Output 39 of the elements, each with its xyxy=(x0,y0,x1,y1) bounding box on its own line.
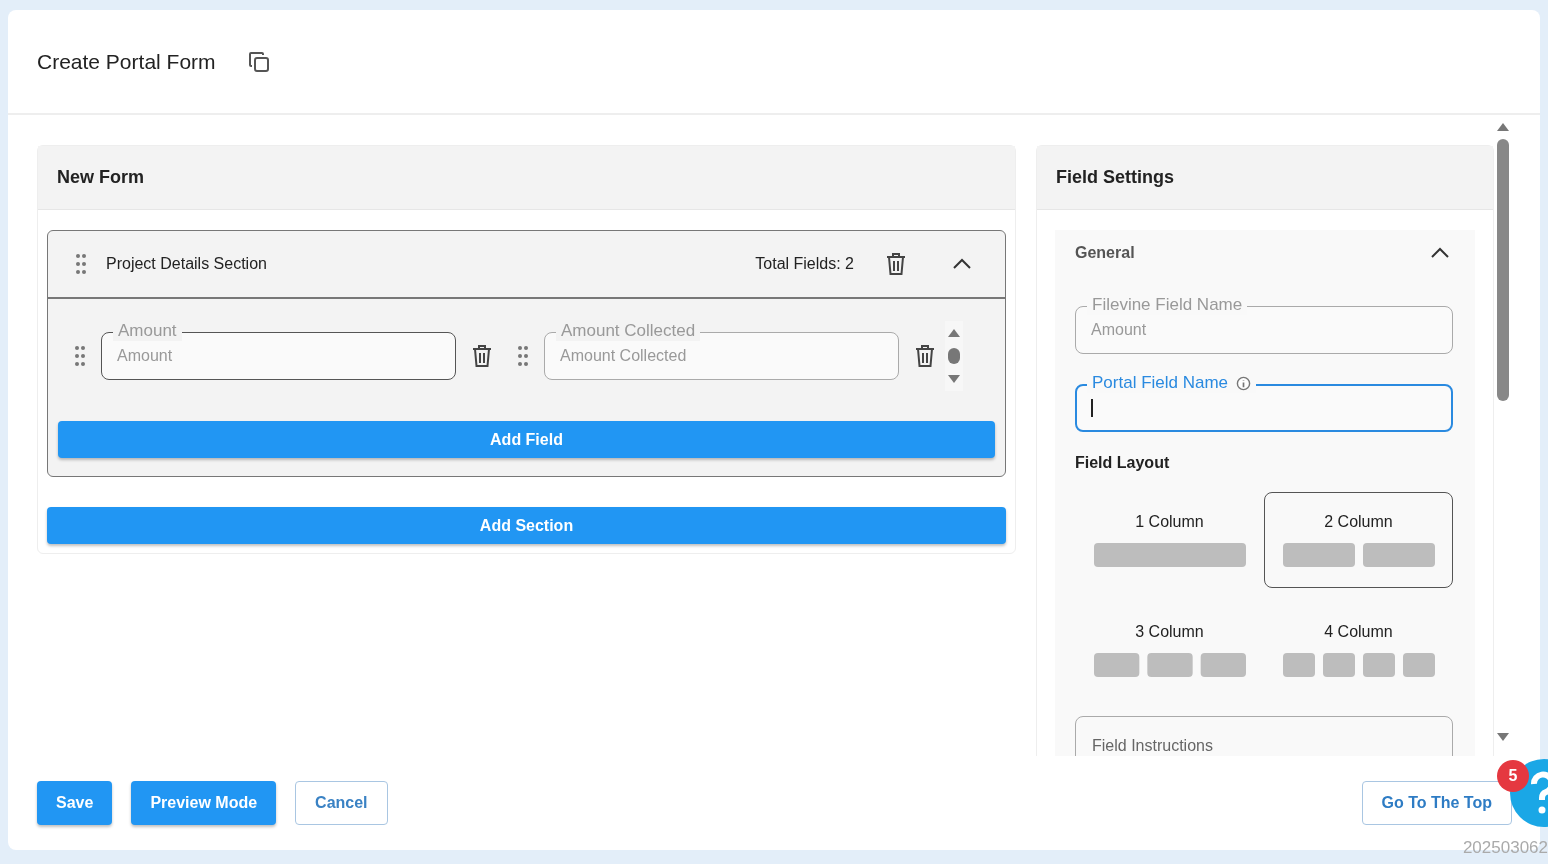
field-label: Amount xyxy=(113,321,182,341)
go-to-top-button[interactable]: Go To The Top xyxy=(1361,781,1512,825)
add-field-button[interactable]: Add Field xyxy=(58,421,995,458)
trash-icon[interactable] xyxy=(472,344,492,368)
layout-label: 3 Column xyxy=(1135,623,1204,641)
info-icon xyxy=(1236,375,1252,391)
layout-label: 1 Column xyxy=(1135,513,1204,531)
page-title: Create Portal Form xyxy=(37,49,216,74)
column-layout-icon xyxy=(1093,543,1246,567)
action-button[interactable]: Save xyxy=(37,781,113,825)
layout-label: 4 Column xyxy=(1324,623,1393,641)
layout-option[interactable]: 1 Column xyxy=(1075,492,1264,588)
layout-option[interactable]: 4 Column xyxy=(1264,602,1453,698)
chevron-icon[interactable] xyxy=(952,258,972,270)
chevron-icon[interactable] xyxy=(1430,247,1450,259)
panel-title: New Form xyxy=(57,167,144,188)
field-count: Total Fields: 2 xyxy=(755,255,854,273)
layout-label: 2 Column xyxy=(1324,513,1393,531)
trash-icon[interactable] xyxy=(915,344,935,368)
action-button[interactable]: Cancel xyxy=(295,781,388,825)
copy-icon[interactable] xyxy=(247,50,270,73)
timestamp: 202503062 xyxy=(1462,838,1548,858)
drag-handle-icon[interactable] xyxy=(518,345,528,367)
field-label: Portal Field Name xyxy=(1087,373,1257,393)
group-title: General xyxy=(1075,244,1135,262)
add-section-button[interactable]: Add Section xyxy=(47,507,1006,544)
section-label: Field Layout xyxy=(1075,454,1171,472)
column-layout-icon xyxy=(1093,653,1246,677)
section-title: Project Details Section xyxy=(106,255,268,273)
column-layout-icon xyxy=(1282,543,1435,567)
layout-option[interactable]: 2 Column xyxy=(1264,492,1453,588)
column-layout-icon xyxy=(1282,653,1435,677)
layout-option[interactable]: 3 Column xyxy=(1075,602,1264,698)
drag-handle-icon[interactable] xyxy=(76,253,86,275)
field-label: Amount Collected xyxy=(556,321,701,341)
action-button[interactable]: Preview Mode xyxy=(131,781,277,825)
panel-title: Field Settings xyxy=(1056,167,1174,188)
trash-icon[interactable] xyxy=(886,252,906,276)
drag-handle-icon[interactable] xyxy=(75,345,85,367)
